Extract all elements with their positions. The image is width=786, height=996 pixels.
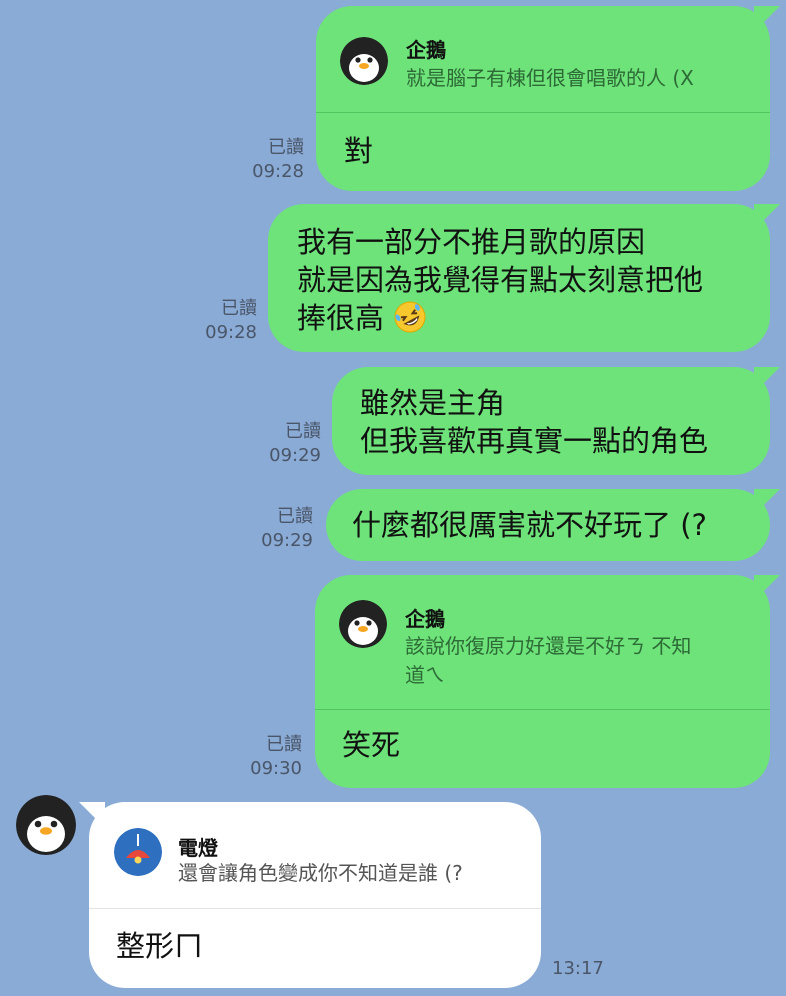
message-bubble-incoming[interactable]: 電燈 還會讓角色變成你不知道是誰 (? 整形ㄇ [79, 802, 541, 988]
message-bubble-4[interactable]: 什麼都很厲害就不好玩了 (? [326, 489, 780, 561]
quote-sender-name: 電燈 [178, 836, 218, 860]
message-text: 我有一部分不推月歌的原因 [297, 225, 646, 259]
read-receipt: 已讀 [266, 734, 302, 755]
timestamp: 09:30 [250, 758, 302, 779]
message-text-last-line: 捧很高 [297, 298, 427, 338]
penguin-avatar-icon [339, 600, 387, 648]
message-text: 就是因為我覺得有點太刻意把他 [297, 263, 704, 297]
quote-sender-name: 企鵝 [405, 607, 445, 631]
quote-text-line: 還會讓角色變成你不知道是誰 (? [178, 861, 463, 885]
message-text: 雖然是主角 [360, 386, 506, 420]
quote-sender-name: 企鵝 [406, 38, 446, 62]
read-receipt: 已讀 [285, 421, 321, 442]
quote-divider [316, 112, 770, 113]
read-receipt: 已讀 [268, 137, 304, 158]
penguin-avatar-icon [340, 37, 388, 85]
timestamp: 09:29 [269, 445, 321, 466]
timestamp: 13:17 [552, 958, 604, 979]
quote-text-line: 就是腦子有棟但很會唱歌的人 (X [406, 66, 694, 90]
lamp-avatar-icon [114, 828, 162, 876]
message-text: 但我喜歡再真實一點的角色 [360, 424, 709, 458]
quote-text-line: 道ㄟ [405, 663, 445, 687]
message-bubble-2[interactable]: 我有一部分不推月歌的原因 就是因為我覺得有點太刻意把他 捧很高 [268, 204, 780, 352]
message-bubble-5[interactable]: 企鵝 該說你復原力好還是不好ㄋ 不知 道ㄟ 笑死 [315, 575, 780, 788]
message-bubble-3[interactable]: 雖然是主角 但我喜歡再真實一點的角色 [332, 367, 780, 475]
message-text: 什麼都很厲害就不好玩了 (? [352, 508, 707, 542]
message-meta: 已讀 09:29 [261, 505, 313, 553]
timestamp: 09:29 [261, 530, 313, 551]
timestamp: 09:28 [252, 161, 304, 182]
read-receipt: 已讀 [221, 298, 257, 319]
quote-text-line: 該說你復原力好還是不好ㄋ 不知 [405, 634, 692, 658]
message-meta: 已讀 09:28 [252, 136, 304, 184]
penguin-avatar[interactable] [16, 795, 76, 855]
message-text: 整形ㄇ [116, 929, 204, 963]
read-receipt: 已讀 [277, 506, 313, 527]
message-text: 笑死 [342, 728, 401, 762]
message-text: 對 [344, 134, 374, 168]
message-text: 捧很高 [297, 301, 385, 335]
timestamp: 09:28 [205, 322, 257, 343]
message-meta: 已讀 09:28 [205, 297, 257, 345]
quote-divider [315, 709, 770, 710]
quote-divider [89, 908, 541, 909]
rolling-on-floor-laughing-emoji-icon [393, 300, 427, 334]
message-meta: 已讀 09:29 [269, 420, 321, 468]
message-bubble-1[interactable]: 企鵝 就是腦子有棟但很會唱歌的人 (X 對 [316, 6, 780, 191]
message-meta: 已讀 09:30 [250, 733, 302, 781]
